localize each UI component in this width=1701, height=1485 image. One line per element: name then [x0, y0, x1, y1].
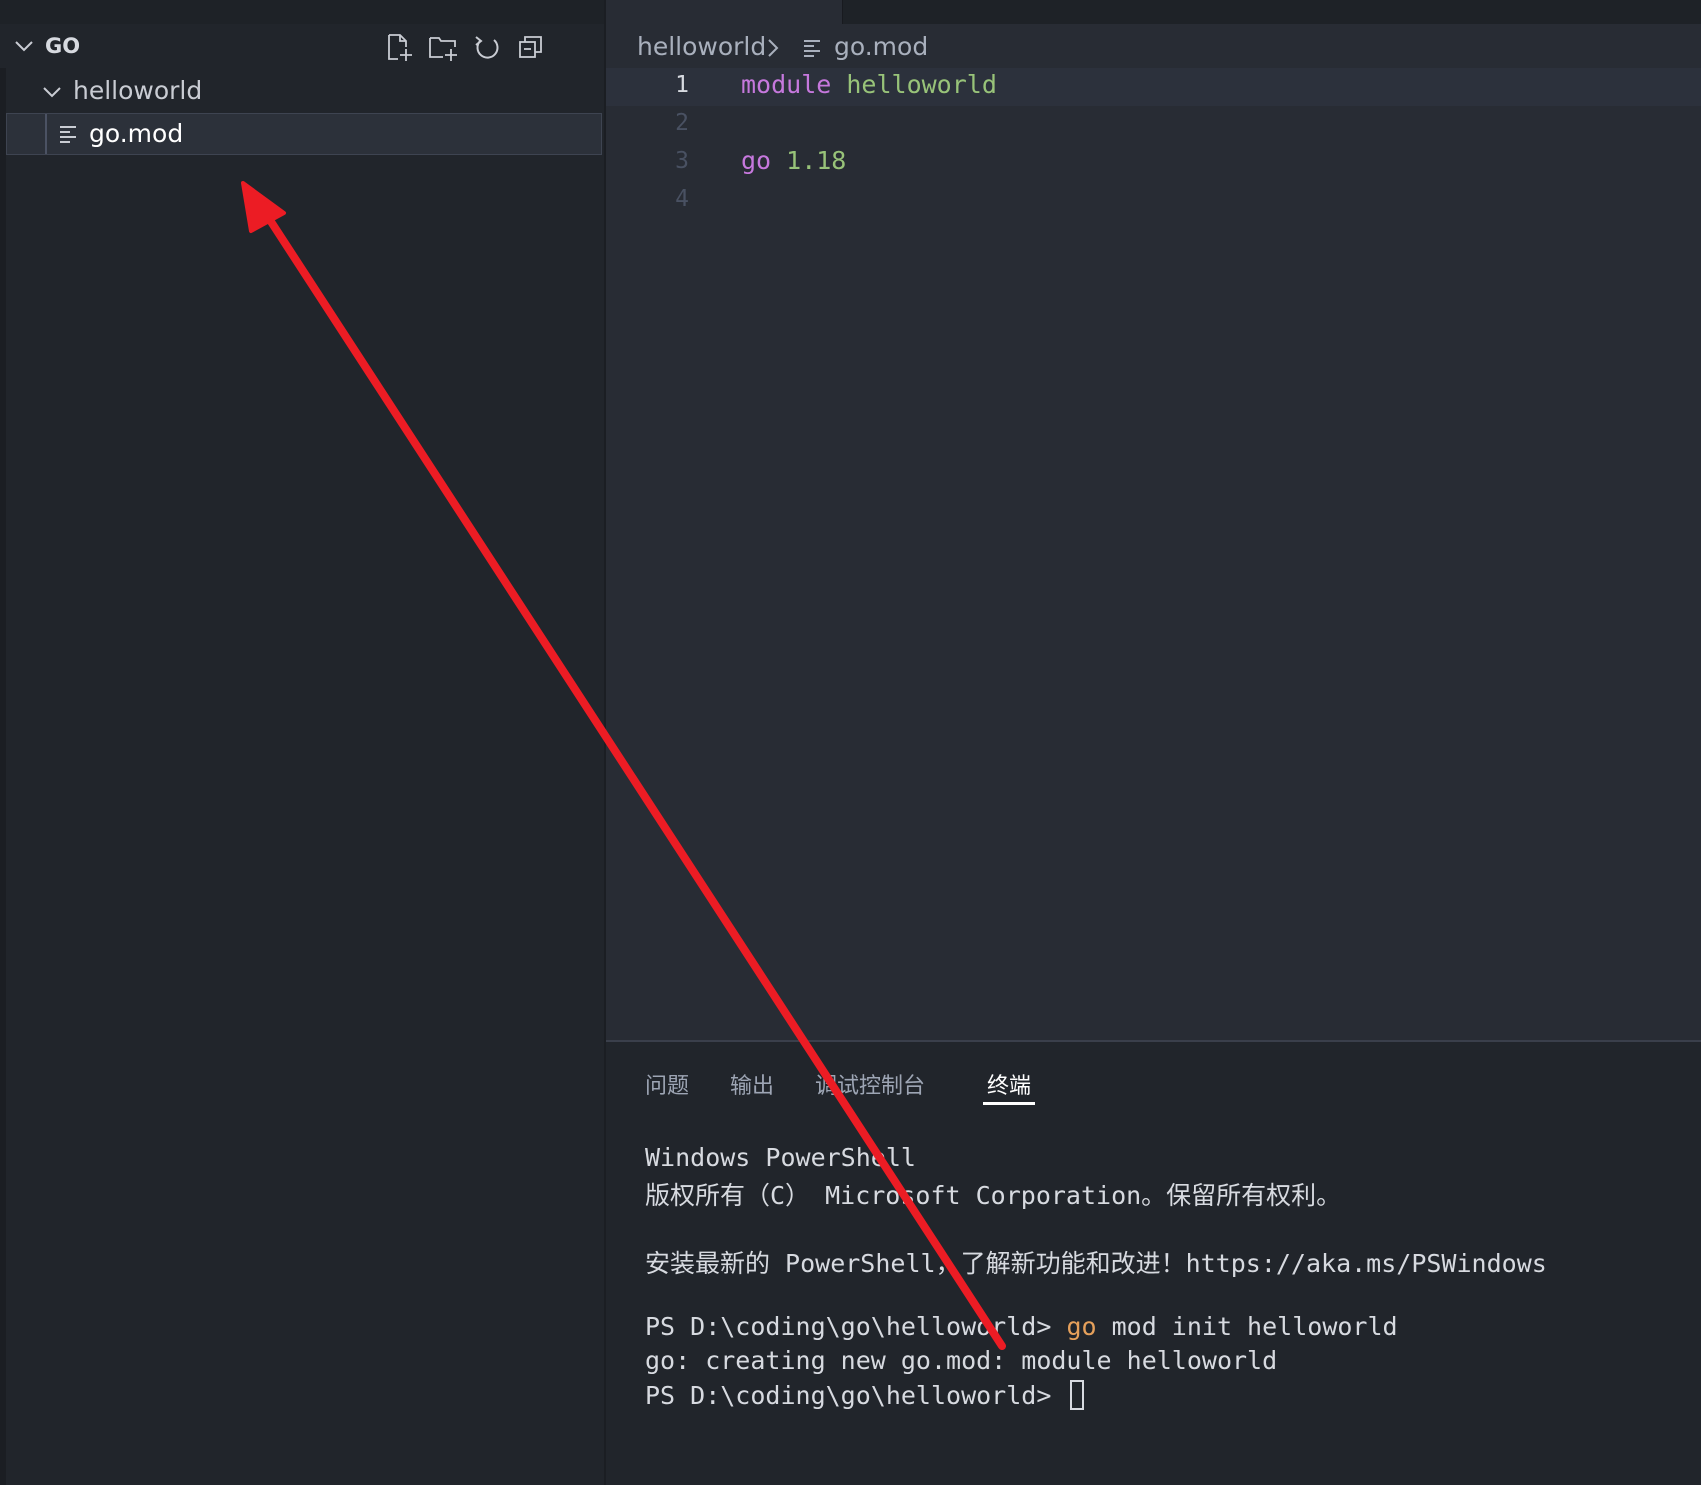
breadcrumb-folder[interactable]: helloworld [637, 32, 766, 61]
section-title: GO [45, 34, 81, 58]
editor-area: helloworld go.mod 1 module helloworld 2 … [606, 0, 1701, 1040]
tree-file-go-mod[interactable]: go.mod [6, 113, 602, 155]
tab-problems[interactable]: 问题 [645, 1068, 689, 1100]
terminal-line: 安装最新的 PowerShell，了解新功能和改进！https://aka.ms… [645, 1249, 1547, 1278]
breadcrumb: helloworld go.mod [606, 24, 1701, 68]
keyword-token: go [741, 146, 787, 175]
code-line[interactable]: 2 [606, 106, 1701, 144]
bottom-panel: 问题 输出 调试控制台 终端 Windows PowerShell 版权所有（C… [606, 1040, 1701, 1485]
text-file-icon [804, 40, 820, 57]
line-number: 4 [675, 186, 689, 212]
chevron-down-icon[interactable] [14, 36, 34, 56]
terminal-command-line: PS D:\coding\go\helloworld> go mod init … [645, 1312, 1398, 1346]
refresh-icon[interactable] [472, 32, 502, 62]
chevron-down-icon [43, 87, 61, 98]
string-token: 1.18 [786, 146, 847, 175]
tab-output[interactable]: 输出 [730, 1068, 774, 1100]
new-file-icon[interactable] [384, 32, 414, 62]
line-number: 3 [675, 148, 689, 174]
line-number: 2 [675, 110, 689, 136]
terminal-prompt: PS D:\coding\go\helloworld> [645, 1312, 1067, 1341]
keyword-token: module [741, 70, 847, 99]
terminal-prompt: PS D:\coding\go\helloworld> [645, 1381, 1067, 1410]
explorer-section-header[interactable]: GO [0, 24, 604, 68]
file-label: go.mod [89, 119, 184, 148]
tab-debug-console[interactable]: 调试控制台 [815, 1068, 925, 1100]
terminal-line: 版权所有（C） Microsoft Corporation。保留所有权利。 [645, 1181, 1342, 1210]
terminal-line: Windows PowerShell [645, 1143, 916, 1172]
new-folder-icon[interactable] [428, 32, 458, 62]
line-number: 1 [675, 72, 689, 98]
editor-tab-go-mod[interactable] [606, 0, 843, 24]
tab-terminal[interactable]: 终端 [987, 1068, 1031, 1100]
terminal-line: go: creating new go.mod: module hellowor… [645, 1346, 1278, 1375]
breadcrumb-file[interactable]: go.mod [834, 32, 928, 61]
chevron-right-icon [768, 39, 779, 57]
active-tab-indicator [983, 1102, 1035, 1105]
sidebar-title-bar [0, 0, 604, 24]
tree-folder-helloworld[interactable]: helloworld [6, 70, 604, 112]
string-token: helloworld [846, 70, 997, 99]
indent-guide [45, 114, 47, 154]
collapse-all-icon[interactable] [516, 32, 546, 62]
line-text[interactable]: go 1.18 [741, 146, 846, 175]
code-line[interactable]: 3 go 1.18 [606, 144, 1701, 182]
line-text[interactable]: module helloworld [741, 70, 997, 99]
folder-label: helloworld [73, 76, 203, 105]
terminal-prompt-line[interactable]: PS D:\coding\go\helloworld> [645, 1380, 1085, 1414]
text-file-icon [60, 126, 76, 143]
code-line[interactable]: 4 [606, 182, 1701, 220]
code-line[interactable]: 1 module helloworld [606, 68, 1701, 106]
terminal-command-args: mod init helloworld [1096, 1312, 1398, 1341]
terminal-command-go: go [1066, 1312, 1097, 1341]
explorer-sidebar: GO helloworld go.mod [0, 0, 604, 1485]
activity-edge [0, 24, 6, 1485]
terminal-cursor [1070, 1380, 1085, 1410]
editor-tab-strip [606, 0, 1701, 24]
